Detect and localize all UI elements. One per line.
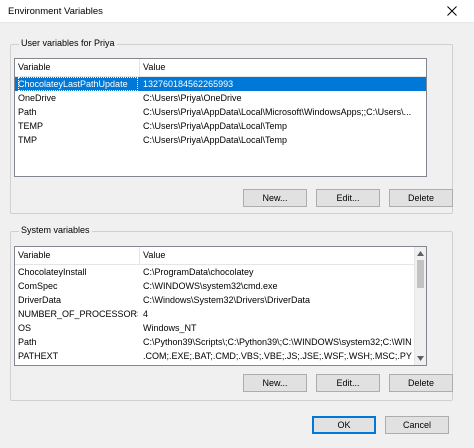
cancel-button[interactable]: Cancel <box>385 416 449 434</box>
close-icon <box>447 6 457 16</box>
variable-name-cell: OneDrive <box>18 93 57 103</box>
variable-name-cell: ChocolateyLastPathUpdate <box>18 77 138 91</box>
column-header-variable[interactable]: Variable <box>15 247 140 264</box>
variable-name-cell: Path <box>18 107 37 117</box>
variable-name-cell: Path <box>18 337 37 347</box>
variable-value-cell: Windows_NT <box>143 323 197 333</box>
window-title: Environment Variables <box>8 6 103 17</box>
user-variable-row[interactable]: TEMP C:\Users\Priya\AppData\Local\Temp <box>15 119 426 133</box>
user-variables-list[interactable]: Variable Value ChocolateyLastPathUpdate 1… <box>14 58 427 177</box>
user-variables-legend: User variables for Priya <box>19 38 117 48</box>
title-bar[interactable]: Environment Variables <box>0 0 474 23</box>
system-variable-row[interactable]: PATHEXT .COM;.EXE;.BAT;.CMD;.VBS;.VBE;.JS… <box>15 349 414 363</box>
variable-value-cell: 4 <box>143 309 149 319</box>
system-variable-row[interactable]: NUMBER_OF_PROCESSORS 4 <box>15 307 414 321</box>
user-variable-row[interactable]: ChocolateyLastPathUpdate 1327601845622659… <box>15 77 426 91</box>
system-variable-row[interactable]: DriverData C:\Windows\System32\Drivers\Dr… <box>15 293 414 307</box>
column-header-value[interactable]: Value <box>140 59 426 76</box>
variable-name-cell: ChocolateyInstall <box>18 267 87 277</box>
user-list-header: Variable Value <box>15 59 426 77</box>
system-variable-row[interactable]: OS Windows_NT <box>15 321 414 335</box>
variable-name-cell: PATHEXT <box>18 351 59 361</box>
user-list-rows: ChocolateyLastPathUpdate 1327601845622659… <box>15 77 426 147</box>
scroll-down-button[interactable] <box>415 353 426 364</box>
scroll-up-arrow-icon <box>417 251 424 256</box>
variable-value-cell: .COM;.EXE;.BAT;.CMD;.VBS;.VBE;.JS;.JSE;.… <box>143 351 412 361</box>
system-variable-row[interactable]: ChocolateyInstall C:\ProgramData\chocolat… <box>15 265 414 279</box>
system-edit-button[interactable]: Edit... <box>316 374 380 392</box>
system-delete-button[interactable]: Delete <box>389 374 453 392</box>
ok-button[interactable]: OK <box>312 416 376 434</box>
variable-value-cell: C:\Windows\System32\Drivers\DriverData <box>143 295 311 305</box>
user-edit-button[interactable]: Edit... <box>316 189 380 207</box>
variable-value-cell: 132760184562265993 <box>143 79 234 89</box>
scroll-up-button[interactable] <box>415 248 426 259</box>
scroll-thumb[interactable] <box>417 260 424 288</box>
scroll-down-arrow-icon <box>417 356 424 361</box>
system-list-rows: ChocolateyInstall C:\ProgramData\chocolat… <box>15 265 414 363</box>
variable-value-cell: C:\Users\Priya\AppData\Local\Microsoft\W… <box>143 107 412 117</box>
variable-name-cell: TMP <box>18 135 37 145</box>
variable-name-cell: OS <box>18 323 32 333</box>
variable-value-cell: C:\ProgramData\chocolatey <box>143 267 254 277</box>
close-button[interactable] <box>430 0 474 22</box>
user-variable-row[interactable]: TMP C:\Users\Priya\AppData\Local\Temp <box>15 133 426 147</box>
variable-name-cell: DriverData <box>18 295 62 305</box>
variable-value-cell: C:\Users\Priya\AppData\Local\Temp <box>143 121 288 131</box>
user-variable-row[interactable]: OneDrive C:\Users\Priya\OneDrive <box>15 91 426 105</box>
variable-name-cell: ComSpec <box>18 281 58 291</box>
variable-name-cell: NUMBER_OF_PROCESSORS <box>18 309 138 319</box>
column-header-value[interactable]: Value <box>140 247 414 264</box>
system-list-scrollbar[interactable] <box>414 247 426 365</box>
variable-value-cell: C:\Python39\Scripts\;C:\Python39\;C:\WIN… <box>143 337 412 347</box>
variable-value-cell: C:\Users\Priya\OneDrive <box>143 93 242 103</box>
system-variables-legend: System variables <box>19 225 92 235</box>
user-new-button[interactable]: New... <box>243 189 307 207</box>
system-variable-row[interactable]: ComSpec C:\WINDOWS\system32\cmd.exe <box>15 279 414 293</box>
variable-name-cell: TEMP <box>18 121 44 131</box>
variable-value-cell: C:\WINDOWS\system32\cmd.exe <box>143 281 278 291</box>
user-variable-row[interactable]: Path C:\Users\Priya\AppData\Local\Microso… <box>15 105 426 119</box>
system-list-header: Variable Value <box>15 247 414 265</box>
variable-value-cell: C:\Users\Priya\AppData\Local\Temp <box>143 135 288 145</box>
column-header-variable[interactable]: Variable <box>15 59 140 76</box>
system-new-button[interactable]: New... <box>243 374 307 392</box>
user-delete-button[interactable]: Delete <box>389 189 453 207</box>
system-variables-list[interactable]: Variable Value ChocolateyInstall C:\Progr… <box>14 246 427 366</box>
system-variable-row[interactable]: Path C:\Python39\Scripts\;C:\Python39\;C:… <box>15 335 414 349</box>
